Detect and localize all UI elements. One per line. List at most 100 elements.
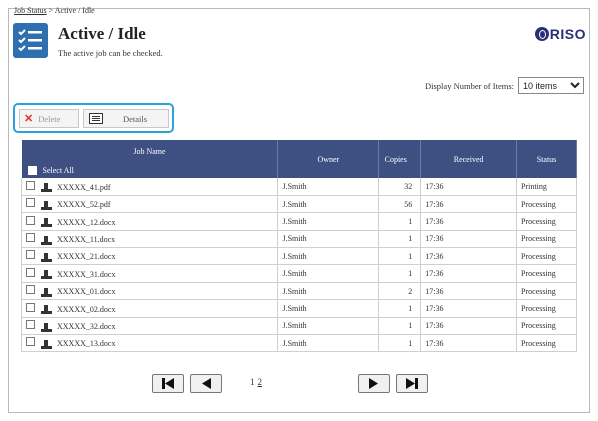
table-row[interactable]: XXXXX_41.pdf J.Smith 32 17:36 Printing [20, 178, 577, 196]
last-page-icon [406, 378, 418, 389]
page-subtitle: The active job can be checked. [58, 48, 163, 58]
status-cell: Processing [516, 334, 577, 353]
display-number-control: Display Number of Items: 10 items [425, 77, 584, 94]
owner-cell: J.Smith [277, 334, 380, 353]
riso-logo: RISO [534, 26, 586, 42]
details-label: Details [123, 113, 148, 124]
row-checkbox[interactable] [26, 215, 35, 225]
row-checkbox[interactable] [26, 302, 35, 312]
breadcrumb-job-status-link[interactable]: Job Status [14, 6, 47, 15]
status-cell: Processing [516, 247, 577, 266]
status-cell: Processing [516, 317, 577, 336]
job-name: XXXXX_02.docx [57, 304, 116, 314]
received-cell: 17:36 [420, 247, 518, 266]
first-page-icon [162, 378, 174, 389]
table-row[interactable]: XXXXX_32.docx J.Smith 1 17:36 Processing [20, 317, 577, 336]
first-page-button[interactable] [152, 374, 184, 393]
copies-cell: 1 [378, 334, 422, 353]
job-name: XXXXX_12.docx [57, 217, 116, 227]
table-row[interactable]: XXXXX_12.docx J.Smith 1 17:36 Processing [20, 212, 577, 231]
page-numbers: 12 [250, 377, 262, 387]
delete-label: Delete [38, 113, 61, 124]
printer-icon [41, 270, 52, 280]
table-row[interactable]: XXXXX_01.docx J.Smith 2 17:36 Processing [20, 282, 577, 301]
page-link-2[interactable]: 2 [258, 377, 263, 387]
job-name-cell: XXXXX_52.pdf [20, 195, 279, 214]
printer-icon [41, 253, 52, 263]
next-page-icon [369, 378, 378, 389]
copies-cell: 1 [378, 317, 422, 336]
row-checkbox[interactable] [26, 198, 35, 208]
job-table: Job Name Owner Copies Received Status Se… [20, 140, 577, 353]
job-name: XXXXX_11.docx [57, 235, 116, 245]
job-name-cell: XXXXX_13.docx [20, 334, 279, 353]
job-name-cell: XXXXX_41.pdf [20, 178, 279, 196]
col-header-owner: Owner [277, 140, 380, 178]
copies-cell: 1 [378, 230, 422, 249]
delete-button[interactable]: ✕ Delete [19, 109, 79, 128]
job-name-cell: XXXXX_31.docx [20, 264, 279, 283]
status-cell: Processing [516, 299, 577, 318]
job-name-cell: XXXXX_32.docx [20, 317, 279, 336]
row-checkbox[interactable] [26, 250, 35, 260]
owner-cell: J.Smith [277, 299, 380, 318]
col-header-status: Status [516, 140, 577, 178]
table-row[interactable]: XXXXX_02.docx J.Smith 1 17:36 Processing [20, 299, 577, 318]
received-cell: 17:36 [420, 178, 518, 196]
row-checkbox[interactable] [26, 285, 35, 295]
job-name: XXXXX_01.docx [57, 287, 116, 297]
printer-icon [41, 235, 52, 245]
row-checkbox[interactable] [26, 319, 35, 329]
select-all-checkbox[interactable] [27, 165, 37, 175]
prev-page-button[interactable] [190, 374, 222, 393]
job-name: XXXXX_31.docx [57, 269, 116, 279]
row-checkbox[interactable] [26, 233, 35, 243]
owner-cell: J.Smith [277, 195, 380, 214]
status-cell: Processing [516, 212, 577, 231]
table-row[interactable]: XXXXX_21.docx J.Smith 1 17:36 Processing [20, 247, 577, 266]
received-cell: 17:36 [420, 195, 518, 214]
table-row[interactable]: XXXXX_13.docx J.Smith 1 17:36 Processing [20, 334, 577, 353]
printer-icon [41, 287, 52, 297]
job-name-cell: XXXXX_01.docx [20, 282, 279, 301]
copies-cell: 1 [378, 299, 422, 318]
table-row[interactable]: XXXXX_52.pdf J.Smith 56 17:36 Processing [20, 195, 577, 214]
details-button[interactable]: Details [83, 109, 169, 128]
copies-cell: 1 [378, 212, 422, 231]
list-icon [13, 23, 48, 58]
logo-text: RISO [549, 26, 586, 42]
display-number-label: Display Number of Items: [425, 80, 514, 91]
job-name: XXXXX_52.pdf [57, 200, 111, 210]
job-name-cell: XXXXX_21.docx [20, 247, 279, 266]
row-checkbox[interactable] [26, 180, 35, 190]
job-name: XXXXX_32.docx [57, 321, 116, 331]
next-page-button[interactable] [358, 374, 390, 393]
status-cell: Processing [516, 230, 577, 249]
printer-icon [41, 322, 52, 332]
job-name: XXXXX_13.docx [57, 339, 116, 349]
display-number-select[interactable]: 10 items [518, 77, 584, 94]
breadcrumb-separator: > [46, 6, 55, 15]
breadcrumb: Job Status > Active / Idle [14, 6, 95, 15]
received-cell: 17:36 [420, 299, 518, 318]
copies-cell: 56 [378, 195, 422, 214]
pagination: 12 [0, 374, 598, 394]
table-row[interactable]: XXXXX_31.docx J.Smith 1 17:36 Processing [20, 264, 577, 283]
delete-x-icon: ✕ [24, 113, 34, 125]
received-cell: 17:36 [420, 212, 518, 231]
job-name: XXXXX_41.pdf [57, 182, 111, 192]
copies-cell: 1 [378, 247, 422, 266]
last-page-button[interactable] [396, 374, 428, 393]
received-cell: 17:36 [420, 282, 518, 301]
toolbar: ✕ Delete Details [13, 103, 174, 133]
table-row[interactable]: XXXXX_11.docx J.Smith 1 17:36 Processing [20, 230, 577, 249]
col-header-job-name: Job Name [21, 140, 279, 162]
col-header-received: Received [420, 140, 518, 178]
owner-cell: J.Smith [277, 212, 380, 231]
job-name-cell: XXXXX_11.docx [20, 230, 279, 249]
breadcrumb-current: Active / Idle [54, 6, 95, 15]
row-checkbox[interactable] [26, 337, 35, 347]
row-checkbox[interactable] [26, 267, 35, 277]
printer-icon [41, 183, 52, 193]
printer-icon [41, 218, 52, 228]
